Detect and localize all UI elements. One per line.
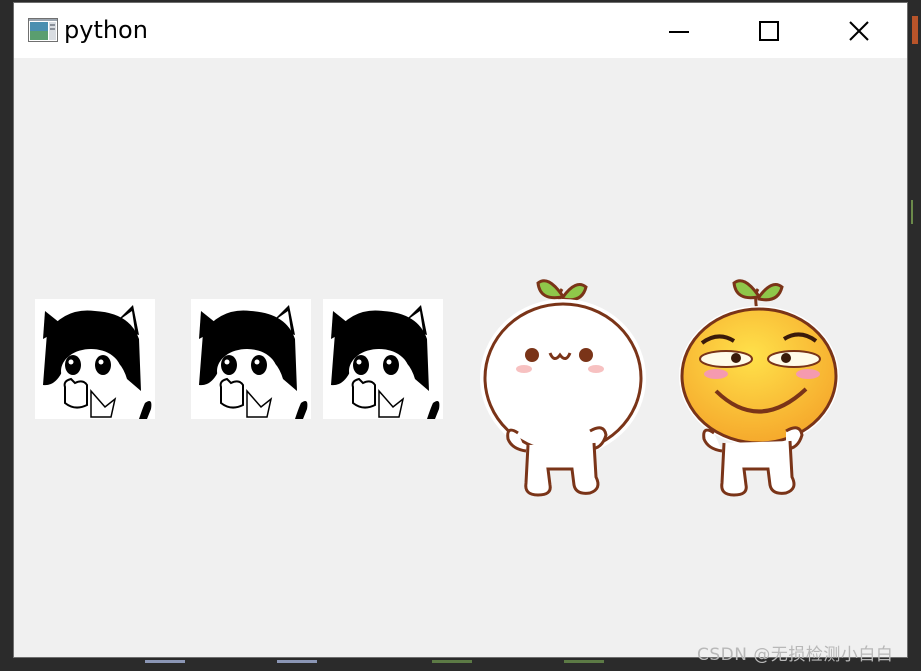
close-button[interactable] <box>814 3 904 58</box>
minimize-button[interactable] <box>634 3 724 58</box>
anime-cat-girl-image <box>35 299 155 419</box>
anime-cat-girl-image <box>323 299 443 419</box>
window-title: python <box>64 16 148 44</box>
anime-cat-girl-image <box>191 299 311 419</box>
app-window-icon <box>28 18 58 42</box>
app-window: python <box>13 2 908 658</box>
background-accent <box>911 200 921 224</box>
white-bun-sticker-image <box>480 279 646 497</box>
maximize-icon <box>759 20 779 41</box>
maximize-button[interactable] <box>724 3 814 58</box>
window-client-area <box>14 58 907 657</box>
close-icon <box>849 20 869 41</box>
title-bar[interactable]: python <box>14 3 907 58</box>
orange-bun-sticker-image <box>679 279 839 497</box>
background-editor-strip <box>908 0 921 671</box>
background-accent <box>912 16 918 44</box>
minimize-icon <box>669 30 689 33</box>
watermark: CSDN @无损检测小白白 <box>697 645 894 665</box>
